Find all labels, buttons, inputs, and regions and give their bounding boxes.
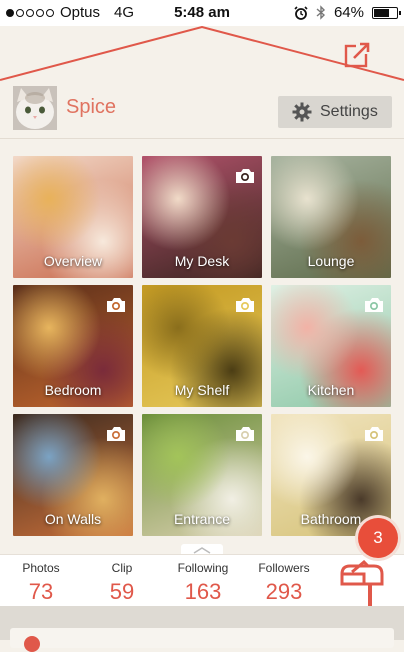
stat-clip[interactable]: Clip 59 (94, 561, 150, 605)
mailbox-button[interactable] (338, 559, 390, 610)
avatar[interactable] (13, 86, 57, 130)
stat-photos[interactable]: Photos 73 (13, 561, 69, 605)
share-icon (344, 42, 370, 68)
room-label: Bedroom (44, 382, 102, 398)
camera-icon[interactable] (363, 297, 385, 313)
stat-value: 73 (28, 579, 54, 604)
stat-followers[interactable]: Followers 293 (253, 561, 315, 605)
battery-icon (372, 6, 401, 19)
room-tile[interactable]: Lounge (271, 156, 391, 278)
gear-icon (292, 102, 312, 122)
stat-value: 293 (265, 579, 303, 604)
settings-button[interactable]: Settings (278, 96, 392, 128)
room-tile[interactable]: My Shelf (142, 285, 262, 407)
stat-value: 163 (184, 579, 222, 604)
share-button[interactable] (334, 34, 382, 74)
room-grid: Overview My Desk Lounge Bedroom My Shelf Kitc… (13, 156, 393, 536)
room-label: Kitchen (307, 382, 355, 398)
cat-avatar-image (13, 86, 57, 130)
bluetooth-icon (316, 5, 325, 20)
room-label: My Shelf (174, 382, 230, 398)
status-bar: Optus 4G 5:48 am 64% (0, 0, 404, 26)
username[interactable]: Spice (66, 96, 116, 119)
room-tile[interactable]: Entrance (142, 414, 262, 536)
room-label: Entrance (173, 511, 231, 527)
stat-label: Following (177, 561, 229, 575)
footer-card[interactable] (10, 628, 394, 648)
alarm-icon (294, 5, 308, 20)
stat-following[interactable]: Following 163 (170, 561, 236, 605)
header-divider (0, 138, 404, 139)
room-label: My Desk (174, 253, 230, 269)
stat-value: 59 (109, 579, 135, 604)
camera-icon[interactable] (234, 168, 256, 184)
stat-label: Photos (22, 561, 60, 575)
notification-badge[interactable]: 3 (358, 518, 398, 558)
profile-row: Spice Settings (0, 82, 404, 136)
room-label: On Walls (44, 511, 102, 527)
footer-panel (0, 606, 404, 652)
room-tile[interactable]: Overview (13, 156, 133, 278)
camera-icon[interactable] (105, 297, 127, 313)
footer-icon (24, 636, 40, 652)
stat-label: Followers (258, 561, 310, 575)
mailbox-icon (340, 559, 384, 606)
status-right: 64% (294, 4, 401, 21)
room-label: Overview (43, 253, 103, 269)
camera-icon[interactable] (234, 297, 256, 313)
room-tile[interactable]: On Walls (13, 414, 133, 536)
room-tile[interactable]: Kitchen (271, 285, 391, 407)
camera-icon[interactable] (234, 426, 256, 442)
chevron-up-icon (193, 547, 211, 554)
room-label: Lounge (307, 253, 355, 269)
room-tile[interactable]: Bedroom (13, 285, 133, 407)
room-tile[interactable]: My Desk (142, 156, 262, 278)
camera-icon[interactable] (363, 426, 385, 442)
stat-label: Clip (111, 561, 133, 575)
camera-icon[interactable] (105, 426, 127, 442)
settings-label: Settings (320, 103, 378, 120)
battery-percent: 64% (333, 4, 364, 21)
